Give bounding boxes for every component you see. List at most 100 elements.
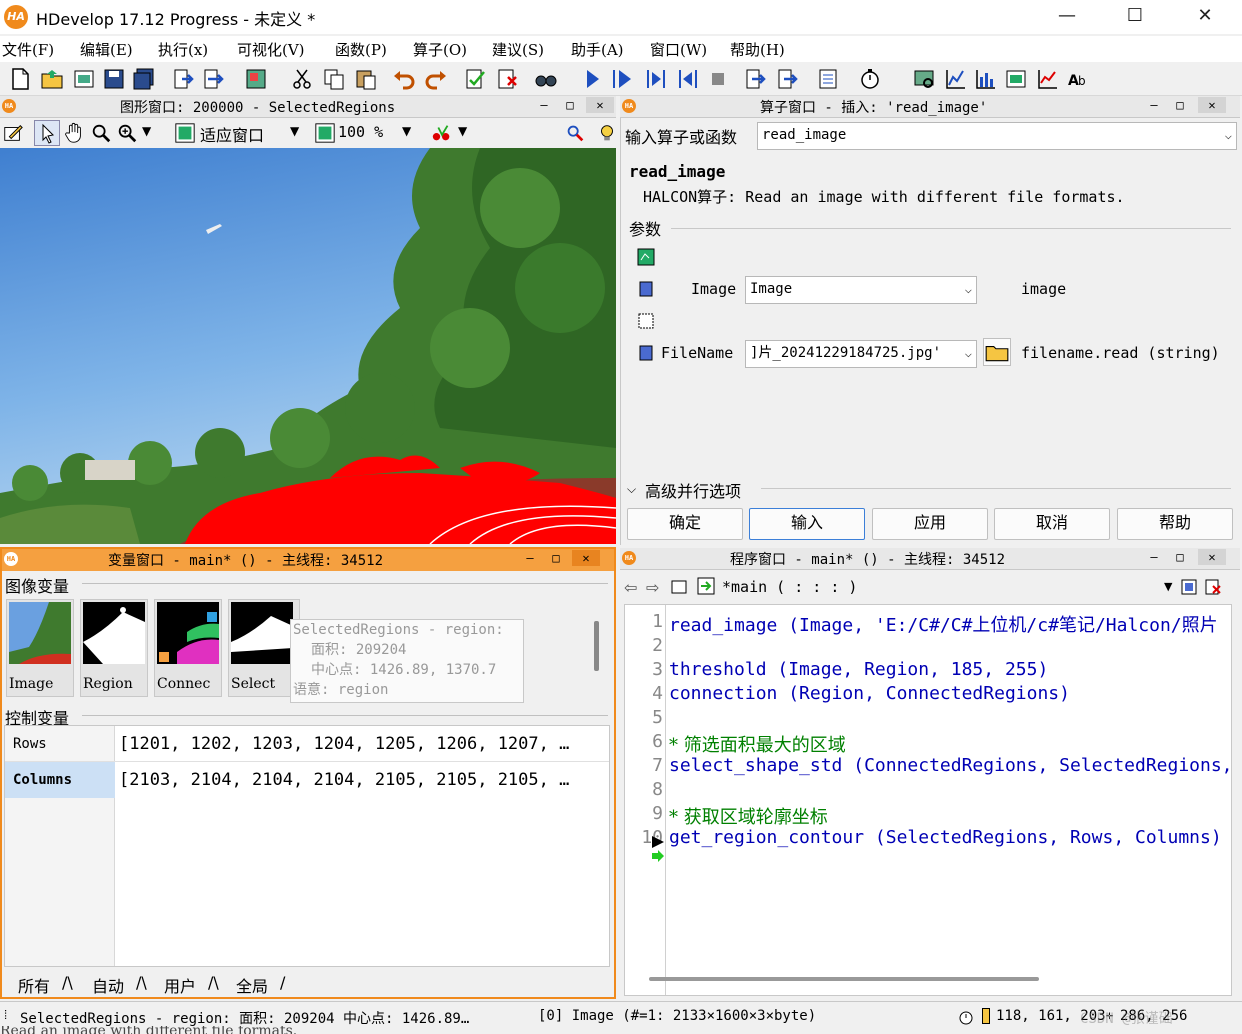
inspect-icon[interactable] [564, 122, 586, 144]
browse-examples-icon[interactable] [72, 67, 96, 91]
profiler-icon[interactable] [858, 67, 882, 91]
print-icon[interactable] [244, 67, 268, 91]
iconic-scrollbar[interactable] [594, 621, 599, 671]
activate-icon[interactable] [464, 67, 488, 91]
procedure-list-icon[interactable] [670, 578, 688, 596]
export-icon[interactable] [202, 67, 226, 91]
image-acquisition-icon[interactable] [912, 67, 936, 91]
panel-minimize-button[interactable]: – [536, 97, 552, 113]
panel-close-button[interactable]: ✕ [1198, 549, 1226, 565]
menu-window[interactable]: 窗口(W) [650, 39, 707, 60]
ocr-icon[interactable]: Ab [1066, 67, 1090, 91]
code-comment[interactable]: * 筛选面积最大的区域 [669, 731, 846, 756]
step-into-icon[interactable] [744, 67, 768, 91]
run-until-breakpoint-icon[interactable] [610, 67, 634, 91]
feature-histogram-icon[interactable] [974, 67, 998, 91]
chevron-down-icon[interactable]: ▼ [142, 124, 151, 138]
panel-maximize-button[interactable]: □ [1172, 549, 1188, 565]
code-statement[interactable]: threshold (Image, Region, 185, 255) [669, 659, 1048, 683]
find-icon[interactable] [534, 67, 558, 91]
code-comment[interactable]: * 获取区域轮廓坐标 [669, 803, 828, 828]
gray-histogram-icon[interactable] [944, 67, 968, 91]
panel-maximize-button[interactable]: □ [562, 97, 578, 113]
advanced-options-label[interactable]: 高级并行选项 [645, 478, 741, 502]
line-number[interactable]: 8 [621, 779, 663, 800]
color-palette-icon[interactable] [430, 122, 454, 144]
browse-file-button[interactable] [983, 338, 1011, 366]
run-icon[interactable] [580, 67, 604, 91]
fit-window-label[interactable]: 适应窗口 [200, 122, 264, 146]
tab-global[interactable]: 全局 [236, 973, 268, 997]
menu-help[interactable]: 帮助(H) [730, 39, 785, 60]
ok-button[interactable]: 确定 [627, 508, 743, 540]
procedure-selector[interactable]: *main ( : : : ) [722, 578, 857, 596]
menu-execute[interactable]: 执行(x) [158, 39, 208, 60]
chevron-down-icon[interactable]: ⌵ [627, 482, 636, 497]
menu-edit[interactable]: 编辑(E) [80, 39, 133, 60]
lightbulb-icon[interactable] [596, 122, 618, 144]
save-icon[interactable] [102, 67, 126, 91]
step-out-icon[interactable] [776, 67, 800, 91]
menu-file[interactable]: 文件(F) [2, 39, 54, 60]
line-number[interactable]: 4 [621, 683, 663, 704]
stop-icon[interactable] [706, 67, 730, 91]
help-button[interactable]: 帮助 [1117, 508, 1233, 540]
cut-icon[interactable] [290, 67, 314, 91]
chevron-down-icon[interactable]: ▼ [1164, 580, 1172, 593]
chevron-down-icon[interactable]: ▼ [402, 124, 411, 138]
menu-suggestions[interactable]: 建议(S) [492, 39, 544, 60]
code-statement[interactable]: get_region_contour (SelectedRegions, Row… [669, 827, 1222, 851]
panel-minimize-button[interactable]: – [1146, 549, 1162, 565]
maximize-button[interactable]: ☐ [1100, 0, 1170, 34]
tab-all[interactable]: 所有 [18, 973, 50, 997]
line-number[interactable]: 7 [621, 755, 663, 776]
code-statement[interactable]: connection (Region, ConnectedRegions) [669, 683, 1070, 707]
fit-window-icon[interactable] [174, 122, 196, 144]
feature-inspection-icon[interactable] [1004, 67, 1028, 91]
chevron-down-icon[interactable]: ⌵ [965, 277, 972, 301]
line-number[interactable]: 6 [621, 731, 663, 752]
enter-button[interactable]: 输入 [749, 508, 865, 540]
open-file-icon[interactable] [40, 67, 64, 91]
param1-field[interactable]: Image ⌵ [745, 276, 977, 304]
minimize-button[interactable]: — [1032, 0, 1102, 34]
zoom-100-icon[interactable] [314, 122, 336, 144]
forward-arrow-icon[interactable]: ⇨ [646, 578, 659, 597]
chevron-down-icon[interactable]: ▼ [458, 124, 467, 138]
panel-close-button[interactable]: ✕ [1198, 97, 1226, 113]
reset-program-icon[interactable] [816, 67, 840, 91]
line-number[interactable]: 5 [621, 707, 663, 728]
zoom-in-icon[interactable] [116, 122, 138, 144]
hand-icon[interactable] [62, 122, 86, 144]
code-editor[interactable]: 1 read_image (Image, 'E:/C#/C#上位机/c#笔记/Ha… [621, 604, 1233, 996]
panel-minimize-button[interactable]: – [522, 550, 538, 566]
delete-procedure-icon[interactable] [1204, 578, 1222, 596]
panel-close-button[interactable]: ✕ [572, 550, 600, 566]
step-back-icon[interactable] [676, 67, 700, 91]
chevron-down-icon[interactable]: ⌵ [965, 341, 972, 365]
line-number[interactable]: 1 [621, 611, 663, 632]
back-arrow-icon[interactable]: ⇦ [624, 578, 637, 597]
pointer-tool-button[interactable] [34, 120, 60, 146]
import-icon[interactable] [172, 67, 196, 91]
undo-icon[interactable] [392, 67, 416, 91]
panel-close-button[interactable]: ✕ [586, 97, 614, 113]
deactivate-icon[interactable] [496, 67, 520, 91]
copy-icon[interactable] [322, 67, 346, 91]
magnifier-icon[interactable] [90, 122, 112, 144]
procedure-settings-icon[interactable] [1180, 578, 1198, 596]
tab-auto[interactable]: 自动 [92, 973, 124, 997]
line-profile-icon[interactable] [1036, 67, 1060, 91]
apply-button[interactable]: 应用 [872, 508, 988, 540]
redo-icon[interactable] [424, 67, 448, 91]
line-number[interactable]: 2 [621, 635, 663, 656]
line-number[interactable]: 9 [621, 803, 663, 824]
table-row[interactable]: Rows [1201, 1202, 1203, 1204, 1205, 1206… [5, 726, 609, 762]
menu-procedures[interactable]: 函数(P) [335, 39, 387, 60]
pencil-icon[interactable] [2, 122, 24, 144]
paste-icon[interactable] [354, 67, 378, 91]
panel-maximize-button[interactable]: □ [1172, 97, 1188, 113]
line-number[interactable]: 3 [621, 659, 663, 680]
thumb-region[interactable]: Region [80, 599, 148, 697]
chevron-down-icon[interactable]: ▼ [290, 124, 299, 138]
